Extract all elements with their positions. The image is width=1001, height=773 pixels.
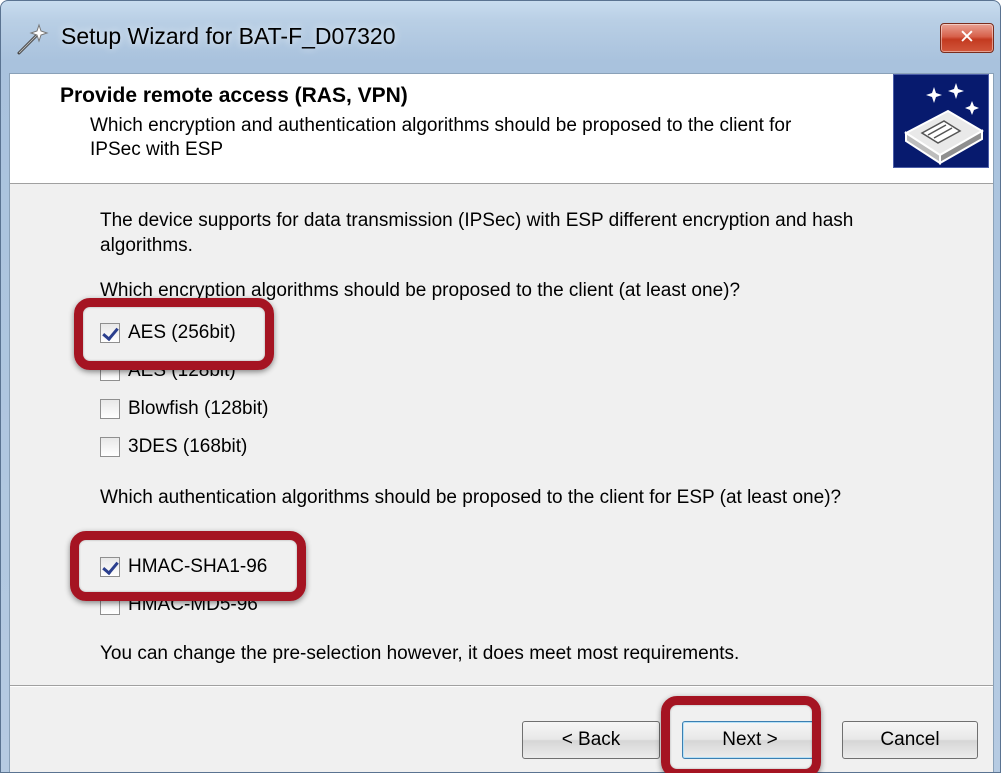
checkbox-label: Blowfish (128bit) — [128, 398, 269, 419]
checkbox-blowfish-128[interactable]: Blowfish (128bit) — [100, 396, 268, 422]
cancel-button[interactable]: Cancel — [842, 721, 978, 759]
checkbox-aes-128[interactable]: AES (128bit) — [100, 358, 236, 384]
checkbox-unchecked-icon[interactable] — [100, 437, 120, 457]
page-subtitle: Which encryption and authentication algo… — [90, 115, 792, 160]
footer-divider — [10, 685, 993, 687]
checkbox-unchecked-icon[interactable] — [100, 361, 120, 381]
preselection-note: You can change the pre-selection however… — [100, 643, 740, 664]
setup-wizard-window: Setup Wizard for BAT-F_D07320 ✕ Provide … — [0, 0, 1001, 773]
back-button[interactable]: < Back — [522, 721, 660, 759]
checkbox-label: 3DES (168bit) — [128, 436, 248, 457]
wizard-device-logo — [893, 74, 989, 168]
checkbox-unchecked-icon[interactable] — [100, 595, 120, 615]
checkbox-aes-256[interactable]: AES (256bit) — [100, 320, 236, 346]
checkbox-label: HMAC-SHA1-96 — [128, 556, 268, 577]
checkbox-unchecked-icon[interactable] — [100, 399, 120, 419]
encryption-question: Which encryption algorithms should be pr… — [100, 280, 741, 301]
checkbox-hmac-sha1-96[interactable]: HMAC-SHA1-96 — [100, 554, 267, 580]
wizard-header: Provide remote access (RAS, VPN) Which e… — [10, 74, 993, 184]
window-title: Setup Wizard for BAT-F_D07320 — [61, 23, 396, 49]
title-bar: Setup Wizard for BAT-F_D07320 ✕ — [1, 1, 1000, 73]
wizard-wand-icon — [17, 23, 49, 55]
checkbox-label: HMAC-MD5-96 — [128, 594, 258, 615]
checkbox-hmac-md5-96[interactable]: HMAC-MD5-96 — [100, 592, 258, 618]
wizard-client-area: Provide remote access (RAS, VPN) Which e… — [9, 73, 994, 772]
close-button[interactable]: ✕ — [940, 23, 994, 53]
checkbox-checked-icon[interactable] — [100, 323, 120, 343]
page-title: Provide remote access (RAS, VPN) — [60, 84, 408, 107]
authentication-question: Which authentication algorithms should b… — [100, 487, 842, 508]
checkbox-checked-icon[interactable] — [100, 557, 120, 577]
checkbox-3des-168[interactable]: 3DES (168bit) — [100, 434, 247, 460]
intro-text: The device supports for data transmissio… — [100, 210, 854, 256]
router-sparkle-icon — [904, 83, 984, 165]
checkbox-label: AES (256bit) — [128, 322, 236, 343]
checkbox-label: AES (128bit) — [128, 360, 236, 381]
close-icon: ✕ — [959, 27, 975, 48]
next-button[interactable]: Next > — [682, 721, 818, 759]
wizard-body: The device supports for data transmissio… — [10, 185, 993, 685]
